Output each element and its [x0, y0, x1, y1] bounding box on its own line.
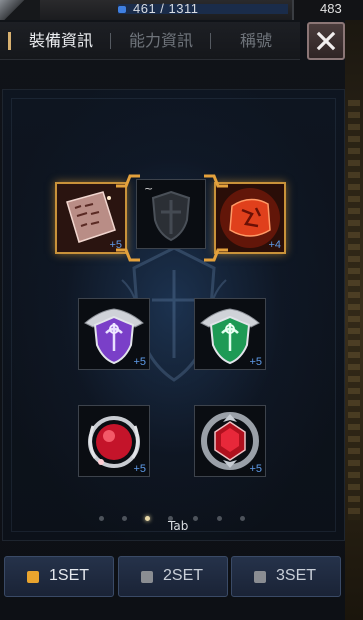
page-dot-active[interactable]	[145, 516, 150, 521]
page-dot[interactable]	[240, 516, 245, 521]
level-value: 483	[320, 1, 342, 16]
page-dot[interactable]	[217, 516, 222, 521]
slot-top-center[interactable]: ~	[136, 179, 206, 249]
enhance-level: +5	[249, 463, 262, 475]
enhance-level: +5	[249, 356, 262, 368]
active-tab-marker	[8, 32, 11, 50]
slot-mid-left[interactable]: +5	[78, 298, 150, 370]
page-dot[interactable]	[193, 516, 198, 521]
tab-divider	[110, 33, 111, 49]
equipment-area	[2, 89, 345, 541]
close-button[interactable]	[307, 22, 345, 60]
slot-bottom-left[interactable]: +5	[78, 405, 150, 477]
set-indicator-icon	[254, 571, 266, 583]
set-indicator-icon	[27, 571, 39, 583]
tab-ability-info[interactable]: 能力資訊	[120, 22, 202, 60]
character-frame-corner	[0, 0, 40, 20]
set-3-label: 3SET	[276, 567, 317, 584]
top-status-strip: 461 / 1311 483	[0, 0, 363, 20]
set-indicator-icon	[141, 571, 153, 583]
gold-ornament-icon	[116, 248, 140, 262]
gold-ornament-icon	[204, 248, 228, 262]
page-dot[interactable]	[122, 516, 127, 521]
page-dot[interactable]	[99, 516, 104, 521]
enhance-level: +5	[133, 463, 146, 475]
set-1-label: 1SET	[49, 567, 90, 584]
gold-ornament-icon	[116, 174, 140, 188]
gold-ornament-icon	[204, 174, 228, 188]
set-3-button[interactable]: 3SET	[231, 556, 341, 597]
set-1-button[interactable]: 1SET	[4, 556, 114, 597]
set-2-label: 2SET	[163, 567, 204, 584]
tab-bar: 裝備資訊 能力資訊 稱號	[0, 22, 300, 60]
tab-divider	[210, 33, 211, 49]
mp-value: 461 / 1311	[133, 1, 199, 16]
tab-title[interactable]: 稱號	[226, 22, 286, 60]
close-icon	[316, 31, 336, 51]
equipment-set-bar: 1SET 2SET 3SET	[0, 553, 363, 600]
tab-equipment-info[interactable]: 裝備資訊	[20, 22, 102, 60]
slot-mid-right[interactable]: +5	[194, 298, 266, 370]
tab-key-hint: Tab	[168, 519, 189, 533]
slot-top-left[interactable]: +5	[55, 182, 127, 254]
slot-mark: ~	[144, 182, 154, 195]
slot-bottom-right[interactable]: +5	[194, 405, 266, 477]
slot-top-right[interactable]: +4	[214, 182, 286, 254]
panel-right-edge	[345, 20, 363, 620]
set-2-button[interactable]: 2SET	[118, 556, 228, 597]
enhance-level: +4	[268, 239, 281, 251]
enhance-level: +5	[133, 356, 146, 368]
